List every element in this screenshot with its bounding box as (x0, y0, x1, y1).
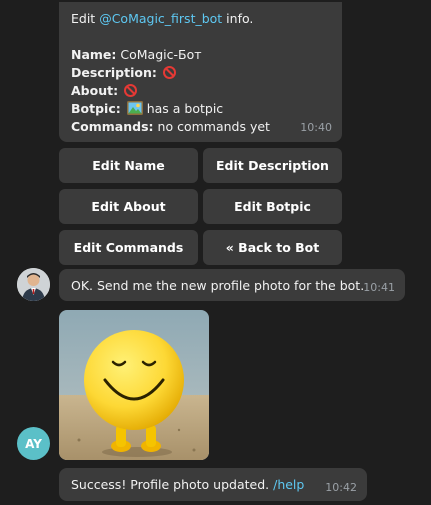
sent-photo[interactable] (59, 310, 209, 460)
help-command-link[interactable]: /help (273, 477, 304, 492)
smiley-photo-image (59, 310, 209, 460)
edit-commands-button[interactable]: Edit Commands (59, 230, 198, 265)
bot-info-message: Edit @CoMagic_first_bot info. Name: CoMa… (59, 2, 342, 142)
name-label: Name: (71, 47, 117, 62)
description-row: Description: (71, 64, 330, 82)
message-time: 10:41 (363, 281, 395, 294)
bot-reply-message: OK. Send me the new profile photo for th… (59, 269, 405, 301)
chat-area: Edit @CoMagic_first_bot info. Name: CoMa… (0, 0, 431, 505)
about-row: About: (71, 82, 330, 100)
user-avatar[interactable]: AY (17, 427, 50, 460)
back-to-bot-button[interactable]: « Back to Bot (203, 230, 342, 265)
picture-icon (126, 101, 143, 115)
bot-avatar[interactable] (17, 268, 50, 301)
name-value: CoMagic-Бот (120, 47, 202, 62)
no-entry-icon (162, 66, 176, 79)
edit-about-button[interactable]: Edit About (59, 189, 198, 224)
bot-reply-text: OK. Send me the new profile photo for th… (71, 278, 365, 293)
no-entry-icon (124, 84, 138, 97)
message-time: 10:40 (300, 121, 332, 134)
botpic-row: Botpic: has a botpic (71, 100, 330, 118)
commands-label: Commands: (71, 119, 154, 134)
edit-description-button[interactable]: Edit Description (203, 148, 342, 183)
commands-row: Commands: no commands yet (71, 118, 330, 136)
success-text: Success! Profile photo updated. (71, 477, 270, 492)
botpic-label: Botpic: (71, 101, 121, 116)
bot-username-link[interactable]: @CoMagic_first_bot (99, 11, 222, 26)
message-time: 10:42 (325, 481, 357, 494)
description-label: Description: (71, 65, 157, 80)
edit-botpic-button[interactable]: Edit Botpic (203, 189, 342, 224)
commands-value: no commands yet (157, 119, 270, 134)
success-message: Success! Profile photo updated. /help 10… (59, 468, 367, 501)
info-heading: Edit @CoMagic_first_bot info. (71, 11, 254, 26)
edit-name-button[interactable]: Edit Name (59, 148, 198, 183)
name-row: Name: CoMagic-Бот (71, 46, 330, 64)
botpic-value: has a botpic (146, 101, 224, 116)
person-icon (17, 268, 50, 301)
about-label: About: (71, 83, 119, 98)
